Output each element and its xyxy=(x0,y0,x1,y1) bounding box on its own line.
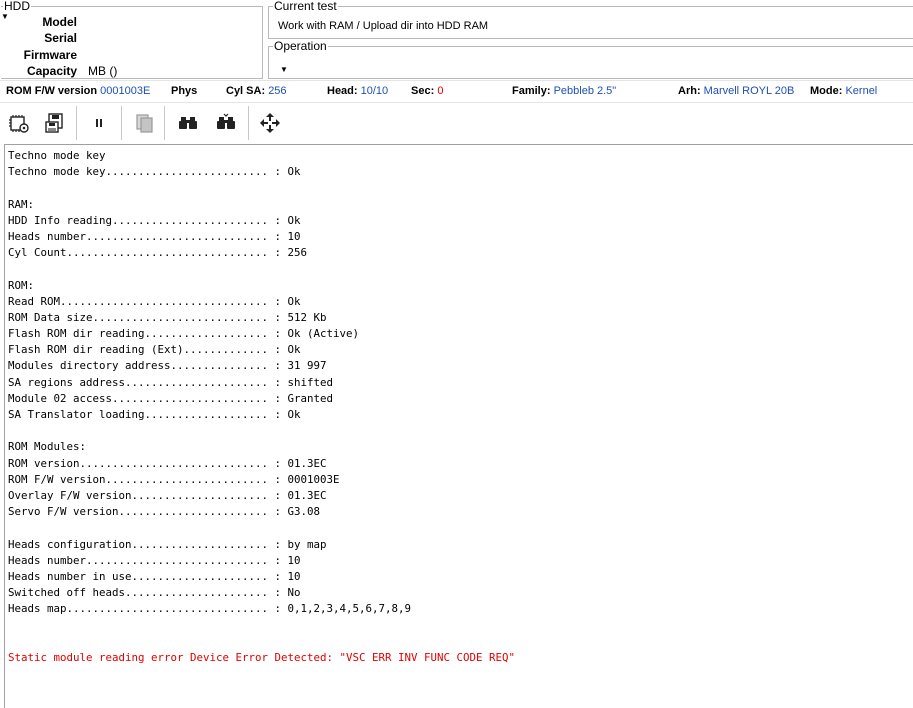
toolbar xyxy=(0,102,913,142)
family-status: Family: Pebbleb 2.5" xyxy=(512,81,616,101)
save-disk-icon xyxy=(45,113,63,133)
arh-value: Marvell ROYL 20B xyxy=(703,85,795,97)
rom-fw-label: ROM F/W version xyxy=(6,85,98,97)
drive-status-bar: ROM F/W version 0001003E Phys Cyl SA: 25… xyxy=(0,80,913,103)
copy-pages-button[interactable] xyxy=(129,108,159,138)
hdd-capacity-label: Capacity xyxy=(26,64,77,78)
mode-status: Mode: Kernel xyxy=(810,81,877,101)
phys-label: Phys xyxy=(171,85,198,97)
cyl-sa-value: 256 xyxy=(268,85,287,97)
log-line: Overlay F/W version.....................… xyxy=(8,488,327,502)
log-line: Cyl Count...............................… xyxy=(8,246,308,260)
log-line: Flash ROM dir reading...................… xyxy=(8,327,360,341)
find-button[interactable] xyxy=(173,108,203,138)
toolbar-separator xyxy=(164,106,165,140)
log-line: Servo F/W version.......................… xyxy=(8,505,321,519)
toolbar-separator xyxy=(121,106,122,140)
operation-group: Operation ▼ xyxy=(268,39,913,79)
family-label: Family: xyxy=(512,85,551,97)
cyl-sa-label: Cyl SA: xyxy=(226,85,266,97)
log-line: HDD Info reading........................… xyxy=(8,213,301,227)
log-line: Techno mode key xyxy=(8,149,106,162)
log-error-line: Static module reading error Device Error… xyxy=(8,650,516,664)
log-line: Heads configuration.....................… xyxy=(8,537,327,551)
log-line: Heads number............................… xyxy=(8,229,301,243)
arh-label: Arh: xyxy=(678,85,701,97)
sec-label: Sec: xyxy=(411,85,435,97)
pause-button[interactable] xyxy=(84,108,114,138)
hdd-model-label: Model xyxy=(42,15,77,29)
operation-title: Operation xyxy=(273,39,328,53)
log-line: Modules directory address...............… xyxy=(8,359,327,373)
log-line: SA regions address......................… xyxy=(8,375,334,389)
hdd-capacity-value: MB () xyxy=(88,64,118,78)
log-line: Read ROM................................… xyxy=(8,294,301,308)
log-line: Techno mode key.........................… xyxy=(8,165,301,179)
phys-status: Phys xyxy=(171,81,197,101)
operation-dropdown-arrow-icon[interactable]: ▼ xyxy=(280,65,288,74)
family-value: Pebbleb 2.5" xyxy=(553,85,617,97)
log-line: Heads map...............................… xyxy=(8,602,412,616)
current-test-group: Current test Work with RAM / Upload dir … xyxy=(268,0,913,39)
log-line: ROM Modules: xyxy=(8,440,87,454)
hdd-firmware-label: Firmware xyxy=(23,48,77,62)
log-line: ROM: xyxy=(8,278,35,292)
head-label: Head: xyxy=(327,85,358,97)
move-arrows-icon xyxy=(260,113,280,133)
mode-value: Kernel xyxy=(845,85,878,97)
cyl-sa-status: Cyl SA: 256 xyxy=(226,81,287,101)
log-line: ROM F/W version.........................… xyxy=(8,472,340,486)
log-line: SA Translator loading...................… xyxy=(8,408,301,421)
binoculars-icon xyxy=(179,117,197,129)
log-line: Flash ROM dir reading (Ext).............… xyxy=(8,343,301,357)
head-status: Head: 10/10 xyxy=(327,81,388,101)
toolbar-separator xyxy=(76,106,77,140)
rom-fw-value: 0001003E xyxy=(100,85,151,97)
log-line: Heads number............................… xyxy=(8,553,301,567)
toolbar-separator xyxy=(248,106,249,140)
chip-settings-icon xyxy=(9,115,29,133)
current-test-value: Work with RAM / Upload dir into HDD RAM xyxy=(278,20,489,32)
sec-value: 0 xyxy=(437,85,444,97)
binoculars-next-icon xyxy=(217,113,235,129)
mode-label: Mode: xyxy=(810,85,843,97)
log-line: Switched off heads......................… xyxy=(8,586,301,600)
log-line: Heads number in use.....................… xyxy=(8,569,301,583)
current-test-title: Current test xyxy=(273,0,338,13)
hdd-group: HDD ▼ Model Serial Firmware Capacity MB … xyxy=(1,0,263,79)
move-button[interactable] xyxy=(255,108,285,138)
rom-fw-status: ROM F/W version 0001003E xyxy=(6,81,150,101)
head-value: 10/10 xyxy=(360,85,389,97)
log-line: Module 02 access........................… xyxy=(8,391,334,405)
arh-status: Arh: Marvell ROYL 20B xyxy=(678,81,794,101)
log-line: ROM Data size...........................… xyxy=(8,310,327,324)
log-output[interactable]: Techno mode key Techno mode key..........… xyxy=(4,144,913,708)
save-disk-button[interactable] xyxy=(40,108,70,138)
copy-pages-icon xyxy=(136,114,153,133)
log-line: RAM: xyxy=(8,197,35,211)
hdd-serial-label: Serial xyxy=(44,31,77,45)
sec-status: Sec: 0 xyxy=(411,81,443,101)
log-line: ROM version.............................… xyxy=(8,456,327,470)
find-next-button[interactable] xyxy=(211,108,241,138)
chip-settings-button[interactable] xyxy=(4,108,34,138)
pause-icon xyxy=(96,119,102,127)
